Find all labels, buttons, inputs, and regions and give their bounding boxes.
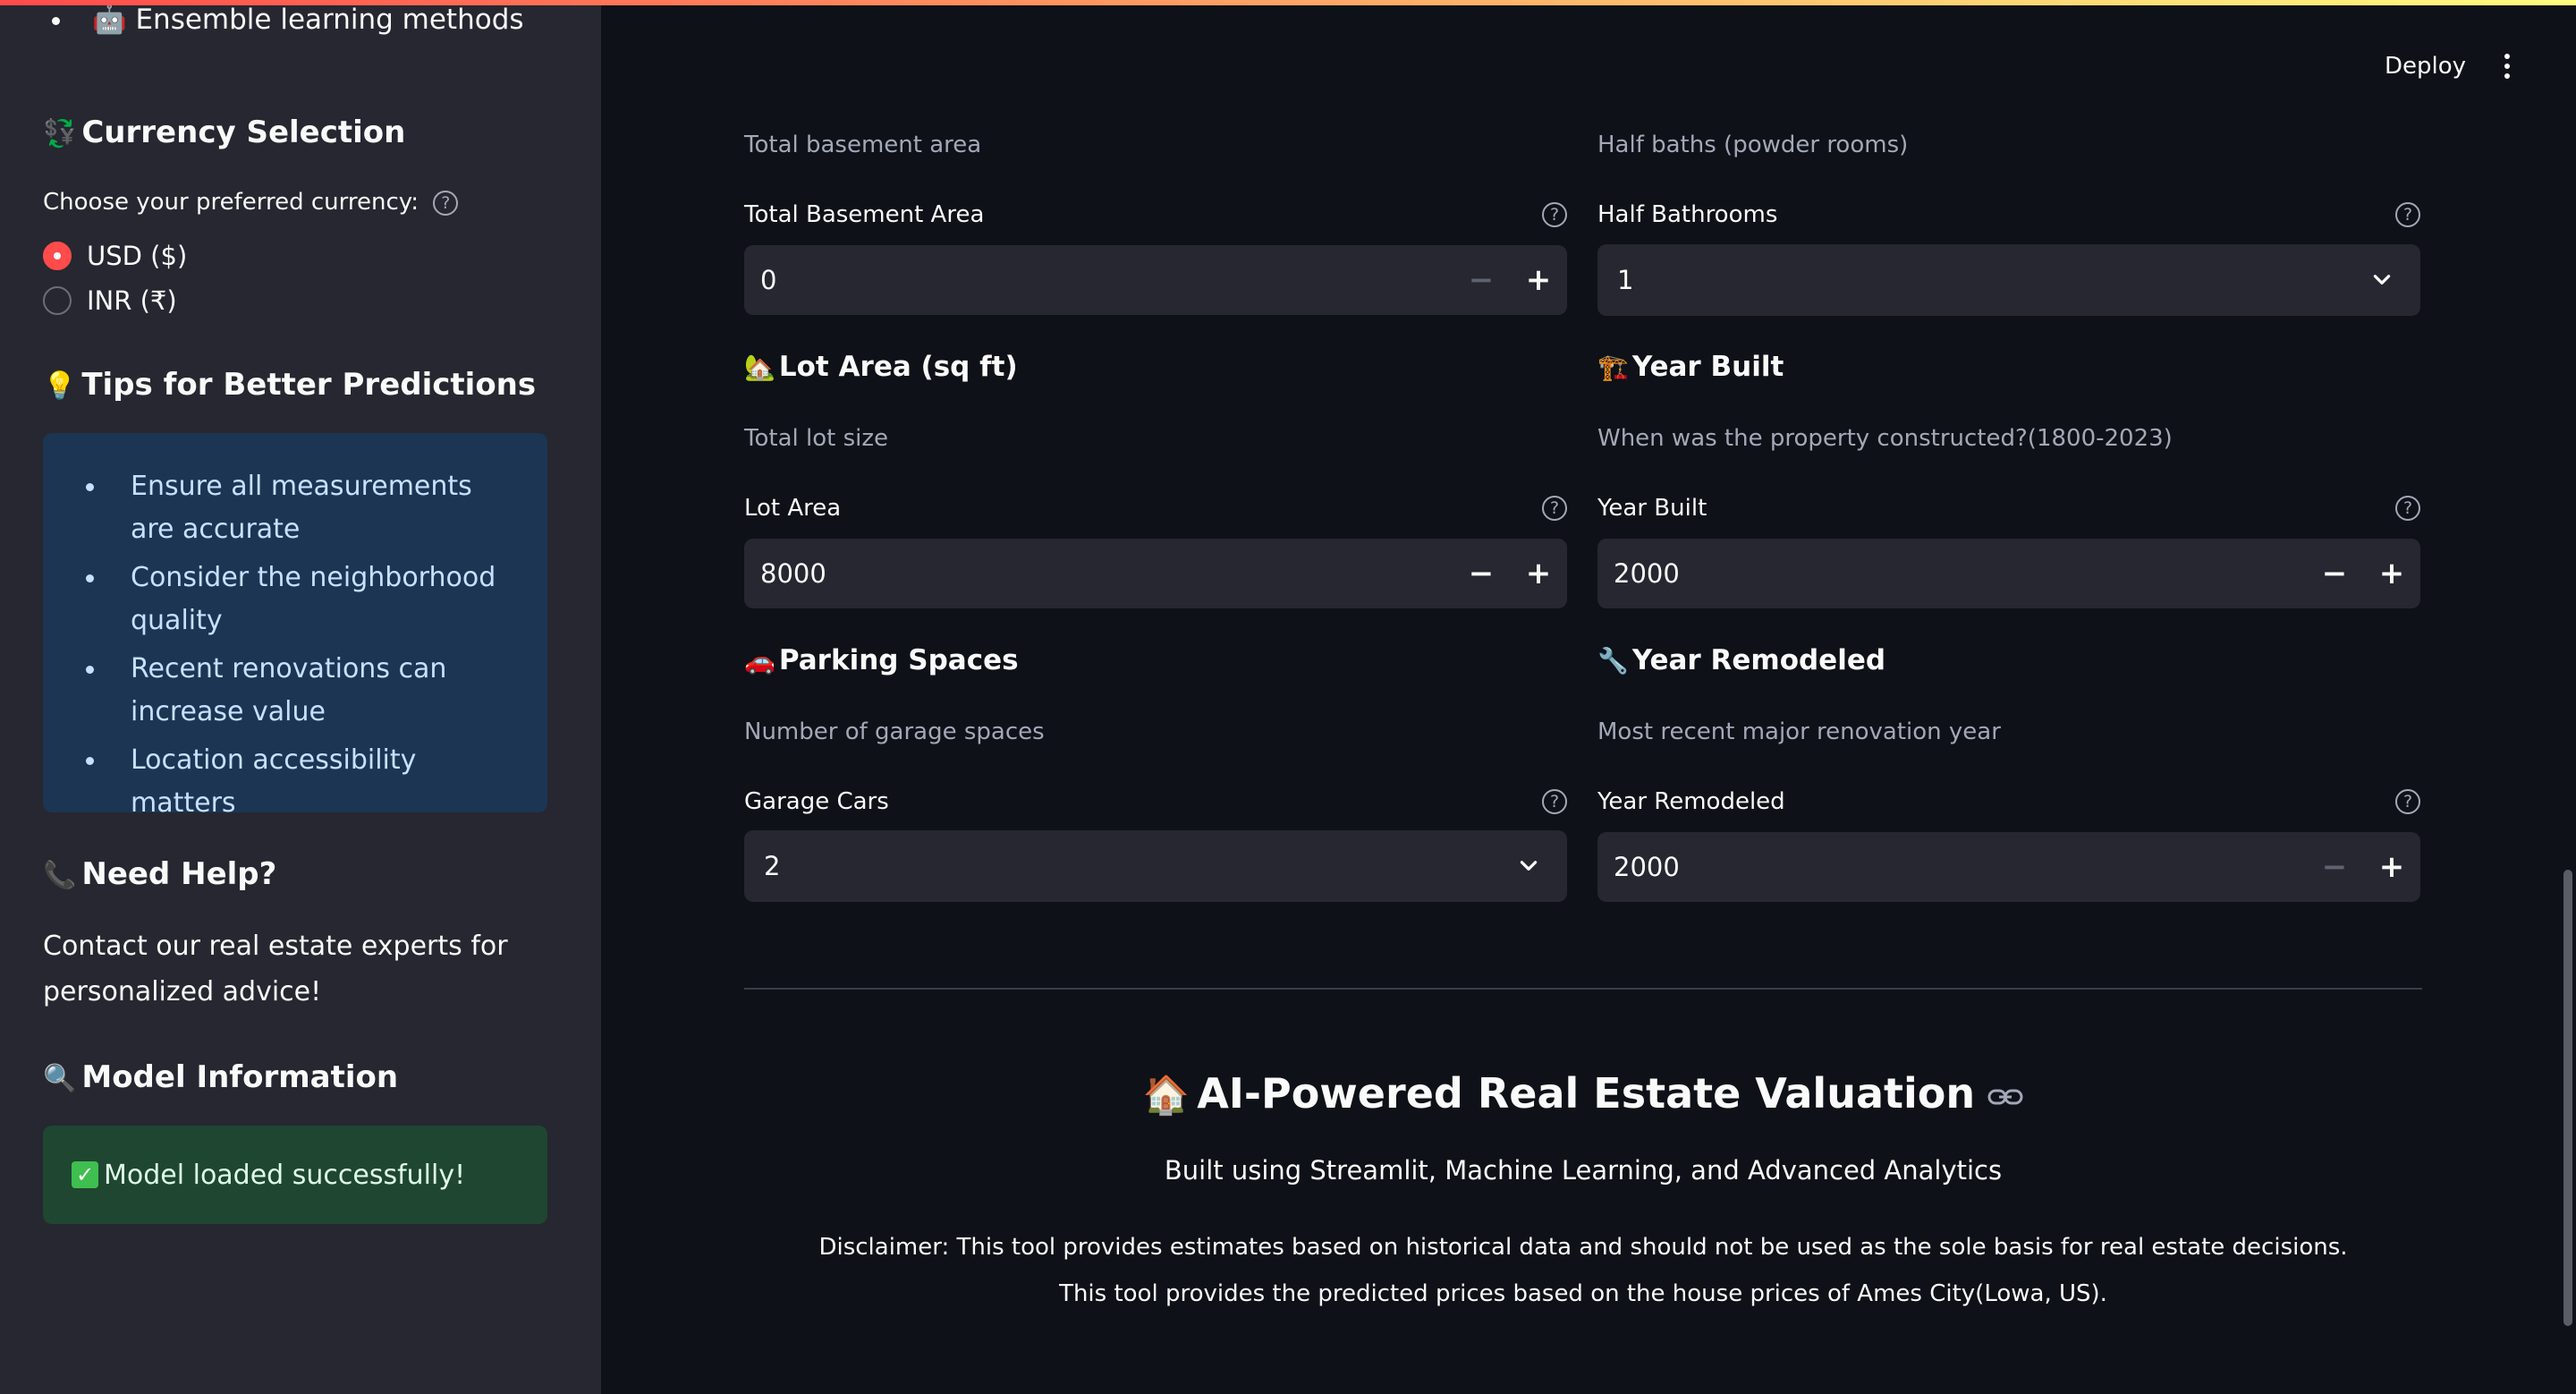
lot-area-number-input[interactable]: 8000 − + [744, 539, 1567, 608]
lot-area-value[interactable]: 8000 [760, 539, 826, 608]
garage-cars-value: 2 [764, 851, 781, 881]
currency-exchange-icon: 💱 [43, 118, 77, 149]
help-icon[interactable]: ? [433, 190, 459, 216]
divider [744, 988, 2422, 990]
garage-cars-label: Garage Cars [744, 788, 889, 815]
year-remodeled-value[interactable]: 2000 [1614, 832, 1680, 902]
help-icon[interactable]: ? [1542, 496, 1567, 521]
year-built-number-input[interactable]: 2000 − + [1597, 539, 2420, 608]
increment-button[interactable]: + [1510, 245, 1567, 315]
help-icon[interactable]: ? [1542, 202, 1567, 227]
help-icon[interactable]: ? [2395, 202, 2420, 227]
currency-label: Choose your preferred currency: ? [43, 186, 459, 218]
top-decoration-bar [0, 0, 2576, 5]
list-item: Recent renovations can increase value [79, 648, 521, 734]
construction-crane-icon: 🏗️ [1597, 353, 1629, 382]
model-status-box: ✓ Model loaded successfully! [43, 1126, 547, 1224]
basement-number-input[interactable]: 0 − + [744, 245, 1567, 315]
form-column-right: Half baths (powder rooms) Half Bathrooms… [1597, 0, 2420, 984]
model-heading: 🔍 Model Information [43, 1059, 399, 1095]
wrench-icon: 🔧 [1597, 646, 1629, 676]
radio-inr[interactable]: INR (₹) [43, 283, 177, 319]
basement-label: Total Basement Area [744, 201, 985, 228]
decrement-button[interactable]: − [1453, 539, 1510, 608]
car-icon: 🚗 [744, 646, 775, 676]
list-item: Consider the neighborhood quality [79, 557, 521, 642]
half-baths-label: Half Bathrooms [1597, 201, 1778, 228]
parking-heading: 🚗 Parking Spaces [744, 644, 1019, 676]
help-icon[interactable]: ? [1542, 789, 1567, 814]
help-text: Contact our real estate experts for pers… [43, 931, 508, 1007]
year-remodeled-caption: Most recent major renovation year [1597, 718, 2001, 745]
increment-button[interactable]: + [2363, 832, 2420, 902]
currency-heading: 💱 Currency Selection [43, 115, 406, 150]
footer-title: 🏠 AI-Powered Real Estate Valuation [744, 1061, 2422, 1127]
house-garden-icon: 🏡 [744, 353, 775, 382]
chevron-down-icon[interactable] [2370, 268, 2394, 291]
footer-note: This tool provides the predicted prices … [1059, 1280, 2107, 1307]
lot-area-heading: 🏡 Lot Area (sq ft) [744, 351, 1018, 383]
tips-heading: 💡 Tips for Better Predictions [43, 367, 537, 403]
scrollbar[interactable] [2563, 870, 2572, 1326]
help-heading: 📞 Need Help? [43, 856, 277, 892]
radio-selected-icon[interactable] [43, 242, 72, 270]
check-icon: ✓ [72, 1161, 98, 1188]
more-menu-icon[interactable] [2494, 48, 2521, 84]
tips-info-box: Ensure all measurements are accurate Con… [43, 433, 547, 819]
garage-cars-select[interactable]: 2 [744, 830, 1567, 902]
footer-disclaimer: Disclaimer: This tool provides estimates… [818, 1234, 2348, 1261]
radio-usd[interactable]: USD ($) [43, 238, 187, 274]
year-built-heading: 🏗️ Year Built [1597, 351, 1784, 383]
basement-value[interactable]: 0 [760, 245, 776, 315]
house-icon: 🏠 [1142, 1073, 1191, 1117]
year-remodeled-label: Year Remodeled [1597, 788, 1785, 815]
link-icon[interactable] [1987, 1087, 2023, 1107]
decrement-button[interactable]: − [2306, 539, 2363, 608]
footer-subtitle: Built using Streamlit, Machine Learning,… [1164, 1155, 2003, 1186]
help-icon[interactable]: ? [2395, 789, 2420, 814]
parking-caption: Number of garage spaces [744, 718, 1045, 745]
half-baths-select[interactable]: 1 [1597, 244, 2420, 316]
form-column-left: Total basement area Total Basement Area … [744, 0, 1567, 984]
magnifier-icon: 🔍 [43, 1063, 77, 1094]
phone-icon: 📞 [43, 860, 77, 891]
decrement-button[interactable]: − [1453, 245, 1510, 315]
help-icon[interactable]: ? [2395, 496, 2420, 521]
year-built-caption: When was the property constructed?(1800-… [1597, 425, 2173, 452]
increment-button[interactable]: + [1510, 539, 1567, 608]
year-remodeled-heading: 🔧 Year Remodeled [1597, 644, 1886, 676]
half-baths-value: 1 [1617, 265, 1634, 295]
list-item: Location accessibility matters [79, 739, 521, 825]
year-built-value[interactable]: 2000 [1614, 539, 1680, 608]
half-baths-caption: Half baths (powder rooms) [1597, 132, 1909, 158]
basement-caption: Total basement area [744, 132, 982, 158]
robot-icon: 🤖 [92, 4, 127, 36]
chevron-down-icon[interactable] [1517, 854, 1540, 877]
year-built-label: Year Built [1597, 495, 1707, 522]
lot-area-label: Lot Area [744, 495, 842, 522]
sidebar: 🤖 Ensemble learning methods 💱 Currency Se… [0, 0, 601, 1394]
lot-area-caption: Total lot size [744, 425, 888, 452]
sidebar-bullet-item: 🤖 Ensemble learning methods [52, 0, 524, 39]
year-remodeled-number-input[interactable]: 2000 − + [1597, 832, 2420, 902]
list-item: Ensure all measurements are accurate [79, 465, 521, 551]
decrement-button[interactable]: − [2306, 832, 2363, 902]
radio-unselected-icon[interactable] [43, 286, 72, 315]
lightbulb-icon: 💡 [43, 370, 77, 402]
increment-button[interactable]: + [2363, 539, 2420, 608]
